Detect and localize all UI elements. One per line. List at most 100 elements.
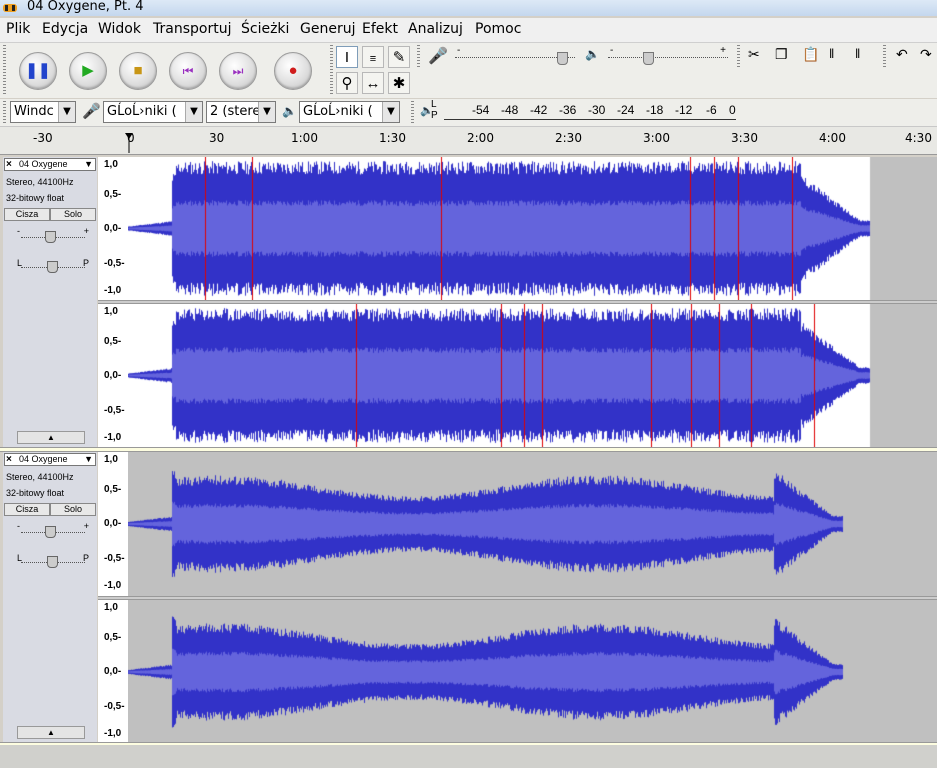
- track-control-panel: × 04 Oxygene ▼ Stereo, 44100Hz 32-bitowy…: [3, 452, 97, 744]
- chevron-down-icon: ▼: [382, 102, 399, 122]
- pan-slider-thumb[interactable]: [47, 556, 58, 568]
- output-slider-thumb[interactable]: [643, 52, 655, 65]
- menu-edycja[interactable]: Edycja: [42, 21, 88, 37]
- output-volume-slider[interactable]: - +: [608, 45, 728, 65]
- cut-button[interactable]: ✂: [748, 46, 760, 63]
- toolbar: ❚❚ ▶ ■ ⏮ ⏭ ● I ≡ ✎ ⚲ ↔ ✱ 🎤 - 🔈 - + ✂ ❐ 📋…: [0, 43, 937, 98]
- envelope-tool-button[interactable]: ≡: [362, 46, 384, 68]
- chevron-down-icon: ▼: [185, 102, 202, 122]
- skip-start-button[interactable]: ⏮: [169, 52, 207, 90]
- pencil-icon: ✎: [392, 49, 406, 66]
- zoom-tool-button[interactable]: ⚲: [336, 72, 358, 94]
- cursor-i-icon: I: [344, 49, 350, 66]
- empty-track-area[interactable]: [0, 745, 937, 768]
- skip-start-icon: ⏮: [182, 64, 194, 78]
- record-icon: ●: [288, 62, 298, 79]
- audio-host-select[interactable]: Windc ▼: [10, 101, 76, 123]
- waveform-channel-left[interactable]: [128, 157, 937, 300]
- microphone-icon: 🎤: [82, 103, 101, 120]
- mute-button[interactable]: Cisza: [4, 208, 50, 221]
- solo-button[interactable]: Solo: [50, 208, 96, 221]
- menu-generuj[interactable]: Generuj: [300, 21, 355, 37]
- playhead-icon[interactable]: [124, 133, 134, 153]
- timeshift-icon: ↔: [365, 75, 381, 92]
- pause-button[interactable]: ❚❚: [19, 52, 57, 90]
- trim-button[interactable]: ‖: [829, 46, 834, 61]
- toolbar-grip[interactable]: [3, 45, 6, 95]
- track-format: Stereo, 44100Hz: [6, 177, 74, 187]
- window-title: 04 Oxygene, Pt. 4: [27, 0, 144, 14]
- track-name: 04 Oxygene: [19, 454, 68, 464]
- menu-plik[interactable]: Plik: [6, 21, 30, 37]
- gain-slider-thumb[interactable]: [45, 231, 56, 243]
- mic-slider-thumb[interactable]: [557, 52, 569, 65]
- play-icon: ▶: [82, 62, 94, 79]
- pan-slider[interactable]: L P: [17, 258, 89, 273]
- menu-widok[interactable]: Widok: [98, 21, 141, 37]
- waveform-channel-right[interactable]: [128, 304, 937, 447]
- playback-meter[interactable]: -54 -48 -42 -36 -30 -24 -18 -12 -6 0: [440, 101, 740, 123]
- gain-slider-thumb[interactable]: [45, 526, 56, 538]
- output-device-select[interactable]: GĹoĹ›niki (▼: [299, 101, 400, 123]
- vertical-scale: 1,0 0,5- 0,0- -0,5- -1,0: [98, 157, 128, 300]
- skip-end-button[interactable]: ⏭: [219, 52, 257, 90]
- speaker-icon: 🔈: [282, 104, 297, 118]
- skip-end-icon: ⏭: [232, 64, 244, 78]
- draw-tool-button[interactable]: ✎: [388, 46, 410, 68]
- gain-slider[interactable]: - +: [17, 521, 89, 538]
- chevron-down-icon: ▼: [258, 102, 275, 122]
- menu-sciezki[interactable]: Ścieżki: [241, 21, 289, 37]
- copy-button[interactable]: ❐: [775, 46, 788, 63]
- multi-tool-button[interactable]: ✱: [388, 72, 410, 94]
- waveform-channel-left[interactable]: [128, 452, 937, 596]
- pause-icon: ❚❚: [25, 62, 51, 79]
- mic-volume-slider[interactable]: -: [455, 45, 575, 65]
- stop-icon: ■: [133, 62, 143, 79]
- vertical-scale: 1,0 0,5- 0,0- -0,5- -1,0: [98, 452, 128, 596]
- stop-button[interactable]: ■: [119, 52, 157, 90]
- timeshift-tool-button[interactable]: ↔: [362, 72, 384, 94]
- silence-button[interactable]: ‖: [855, 46, 860, 61]
- input-channels-select[interactable]: 2 (stere ▼: [206, 101, 276, 123]
- solo-button[interactable]: Solo: [50, 503, 96, 516]
- triangle-up-icon: ▲: [47, 433, 55, 442]
- play-button[interactable]: ▶: [69, 52, 107, 90]
- mute-button[interactable]: Cisza: [4, 503, 50, 516]
- menu-pomoc[interactable]: Pomoc: [475, 21, 521, 37]
- pan-slider-thumb[interactable]: [47, 261, 58, 273]
- selection-tool-button[interactable]: I: [336, 46, 358, 68]
- vertical-scale: 1,0 0,5- 0,0- -0,5- -1,0: [98, 304, 128, 447]
- paste-button[interactable]: 📋: [802, 46, 819, 63]
- menu-efekt[interactable]: Efekt: [362, 21, 398, 37]
- collapse-track-button[interactable]: ▲: [17, 726, 85, 739]
- chevron-down-icon: ▼: [58, 102, 75, 122]
- microphone-icon: 🎤: [428, 48, 448, 65]
- triangle-up-icon: ▲: [47, 728, 55, 737]
- timeline-ruler[interactable]: -30 0 30 1:00 1:30 2:00 2:30 3:00 3:30 4…: [0, 127, 937, 155]
- asterisk-icon: ✱: [392, 75, 406, 92]
- chevron-down-icon[interactable]: ▼: [84, 454, 93, 465]
- gain-slider[interactable]: - +: [17, 226, 89, 243]
- input-device-select[interactable]: GĹoĹ›niki (▼: [103, 101, 203, 123]
- vertical-scale: 1,0 0,5- 0,0- -0,5- -1,0: [98, 600, 128, 744]
- menu-transportuj[interactable]: Transportuj: [153, 21, 231, 37]
- redo-button[interactable]: ↷: [920, 46, 932, 63]
- record-button[interactable]: ●: [274, 52, 312, 90]
- pan-slider[interactable]: L P: [17, 553, 89, 568]
- track-control-panel: × 04 Oxygene ▼ Stereo, 44100Hz 32-bitowy…: [3, 157, 97, 447]
- track-format: Stereo, 44100Hz: [6, 472, 74, 482]
- undo-button[interactable]: ↶: [896, 46, 908, 63]
- menu-analizuj[interactable]: Analizuj: [408, 21, 463, 37]
- close-icon[interactable]: ×: [6, 159, 12, 170]
- track-header[interactable]: × 04 Oxygene ▼: [4, 158, 96, 171]
- close-icon[interactable]: ×: [6, 454, 12, 465]
- speaker-icon: 🔈: [585, 47, 600, 61]
- title-bar: 04 Oxygene, Pt. 4: [0, 0, 937, 16]
- envelope-icon: ≡: [369, 53, 377, 65]
- track-bitdepth: 32-bitowy float: [6, 193, 65, 203]
- track-bitdepth: 32-bitowy float: [6, 488, 65, 498]
- waveform-channel-right[interactable]: [128, 600, 937, 744]
- chevron-down-icon[interactable]: ▼: [84, 159, 93, 170]
- collapse-track-button[interactable]: ▲: [17, 431, 85, 444]
- track-header[interactable]: × 04 Oxygene ▼: [4, 453, 96, 466]
